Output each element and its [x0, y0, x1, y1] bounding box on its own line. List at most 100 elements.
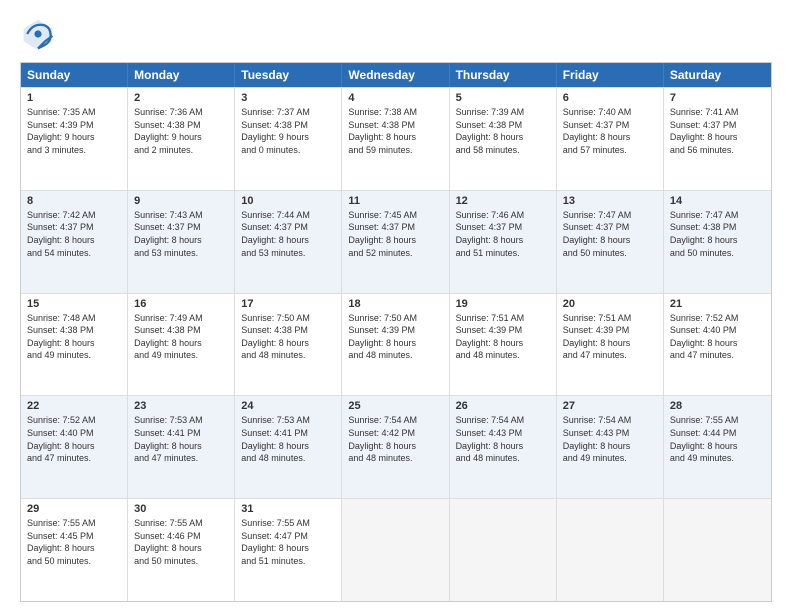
calendar-cell: 22 Sunrise: 7:52 AM Sunset: 4:40 PM Dayli…: [21, 396, 128, 498]
calendar-cell: 28 Sunrise: 7:55 AM Sunset: 4:44 PM Dayli…: [664, 396, 771, 498]
day-info: Sunrise: 7:44 AM Sunset: 4:37 PM Dayligh…: [241, 209, 335, 259]
day-number: 12: [456, 195, 550, 207]
calendar-cell: 3 Sunrise: 7:37 AM Sunset: 4:38 PM Daylig…: [235, 88, 342, 190]
calendar-cell: 6 Sunrise: 7:40 AM Sunset: 4:37 PM Daylig…: [557, 88, 664, 190]
day-number: 23: [134, 400, 228, 412]
day-info: Sunrise: 7:54 AM Sunset: 4:43 PM Dayligh…: [456, 414, 550, 464]
day-number: 10: [241, 195, 335, 207]
day-info: Sunrise: 7:47 AM Sunset: 4:38 PM Dayligh…: [670, 209, 765, 259]
calendar-week: 1Sunrise: 7:35 AM Sunset: 4:39 PM Daylig…: [21, 87, 771, 190]
day-number: 26: [456, 400, 550, 412]
day-number: 28: [670, 400, 765, 412]
day-info: Sunrise: 7:41 AM Sunset: 4:37 PM Dayligh…: [670, 106, 765, 156]
day-number: 5: [456, 92, 550, 104]
calendar-cell: 29 Sunrise: 7:55 AM Sunset: 4:45 PM Dayli…: [21, 499, 128, 601]
calendar-cell: 26 Sunrise: 7:54 AM Sunset: 4:43 PM Dayli…: [450, 396, 557, 498]
calendar-cell: 23 Sunrise: 7:53 AM Sunset: 4:41 PM Dayli…: [128, 396, 235, 498]
calendar-cell: 12 Sunrise: 7:46 AM Sunset: 4:37 PM Dayli…: [450, 191, 557, 293]
day-info: Sunrise: 7:55 AM Sunset: 4:45 PM Dayligh…: [27, 517, 121, 567]
calendar-cell: 2Sunrise: 7:36 AM Sunset: 4:38 PM Daylig…: [128, 88, 235, 190]
day-info: Sunrise: 7:50 AM Sunset: 4:38 PM Dayligh…: [241, 312, 335, 362]
calendar-cell: 1Sunrise: 7:35 AM Sunset: 4:39 PM Daylig…: [21, 88, 128, 190]
calendar: SundayMondayTuesdayWednesdayThursdayFrid…: [20, 62, 772, 602]
calendar-cell: 15 Sunrise: 7:48 AM Sunset: 4:38 PM Dayli…: [21, 294, 128, 396]
calendar-cell: [450, 499, 557, 601]
day-info: Sunrise: 7:50 AM Sunset: 4:39 PM Dayligh…: [348, 312, 442, 362]
calendar-cell: 25 Sunrise: 7:54 AM Sunset: 4:42 PM Dayli…: [342, 396, 449, 498]
day-number: 4: [348, 92, 442, 104]
day-number: 27: [563, 400, 657, 412]
calendar-cell: 19Sunrise: 7:51 AM Sunset: 4:39 PM Dayli…: [450, 294, 557, 396]
logo-icon: [20, 16, 56, 52]
day-number: 11: [348, 195, 442, 207]
day-info: Sunrise: 7:43 AM Sunset: 4:37 PM Dayligh…: [134, 209, 228, 259]
calendar-cell: 13 Sunrise: 7:47 AM Sunset: 4:37 PM Dayli…: [557, 191, 664, 293]
calendar-cell: [664, 499, 771, 601]
day-info: Sunrise: 7:45 AM Sunset: 4:37 PM Dayligh…: [348, 209, 442, 259]
calendar-cell: 11 Sunrise: 7:45 AM Sunset: 4:37 PM Dayli…: [342, 191, 449, 293]
day-number: 13: [563, 195, 657, 207]
calendar-cell: 30 Sunrise: 7:55 AM Sunset: 4:46 PM Dayli…: [128, 499, 235, 601]
calendar-week: 29 Sunrise: 7:55 AM Sunset: 4:45 PM Dayli…: [21, 498, 771, 601]
calendar-cell: 18 Sunrise: 7:50 AM Sunset: 4:39 PM Dayli…: [342, 294, 449, 396]
calendar-cell: 5 Sunrise: 7:39 AM Sunset: 4:38 PM Daylig…: [450, 88, 557, 190]
calendar-cell: 8 Sunrise: 7:42 AM Sunset: 4:37 PM Daylig…: [21, 191, 128, 293]
calendar-cell: 20Sunrise: 7:51 AM Sunset: 4:39 PM Dayli…: [557, 294, 664, 396]
day-info: Sunrise: 7:39 AM Sunset: 4:38 PM Dayligh…: [456, 106, 550, 156]
day-number: 21: [670, 298, 765, 310]
day-number: 14: [670, 195, 765, 207]
calendar-cell: [342, 499, 449, 601]
calendar-cell: 14 Sunrise: 7:47 AM Sunset: 4:38 PM Dayli…: [664, 191, 771, 293]
day-number: 8: [27, 195, 121, 207]
day-info: Sunrise: 7:37 AM Sunset: 4:38 PM Dayligh…: [241, 106, 335, 156]
day-number: 30: [134, 503, 228, 515]
day-number: 1: [27, 92, 121, 104]
calendar-cell: 31Sunrise: 7:55 AM Sunset: 4:47 PM Dayli…: [235, 499, 342, 601]
cal-header-cell: Saturday: [664, 63, 771, 87]
day-number: 7: [670, 92, 765, 104]
day-number: 18: [348, 298, 442, 310]
day-info: Sunrise: 7:46 AM Sunset: 4:37 PM Dayligh…: [456, 209, 550, 259]
day-info: Sunrise: 7:49 AM Sunset: 4:38 PM Dayligh…: [134, 312, 228, 362]
day-number: 22: [27, 400, 121, 412]
day-info: Sunrise: 7:55 AM Sunset: 4:44 PM Dayligh…: [670, 414, 765, 464]
calendar-header-row: SundayMondayTuesdayWednesdayThursdayFrid…: [21, 63, 771, 87]
cal-header-cell: Monday: [128, 63, 235, 87]
cal-header-cell: Tuesday: [235, 63, 342, 87]
day-info: Sunrise: 7:53 AM Sunset: 4:41 PM Dayligh…: [134, 414, 228, 464]
cal-header-cell: Sunday: [21, 63, 128, 87]
calendar-week: 22 Sunrise: 7:52 AM Sunset: 4:40 PM Dayli…: [21, 395, 771, 498]
day-number: 29: [27, 503, 121, 515]
day-number: 19: [456, 298, 550, 310]
day-info: Sunrise: 7:36 AM Sunset: 4:38 PM Dayligh…: [134, 106, 228, 156]
calendar-body: 1Sunrise: 7:35 AM Sunset: 4:39 PM Daylig…: [21, 87, 771, 601]
day-info: Sunrise: 7:52 AM Sunset: 4:40 PM Dayligh…: [27, 414, 121, 464]
day-info: Sunrise: 7:54 AM Sunset: 4:43 PM Dayligh…: [563, 414, 657, 464]
calendar-cell: 16Sunrise: 7:49 AM Sunset: 4:38 PM Dayli…: [128, 294, 235, 396]
day-number: 24: [241, 400, 335, 412]
day-info: Sunrise: 7:40 AM Sunset: 4:37 PM Dayligh…: [563, 106, 657, 156]
day-number: 25: [348, 400, 442, 412]
day-info: Sunrise: 7:54 AM Sunset: 4:42 PM Dayligh…: [348, 414, 442, 464]
cal-header-cell: Friday: [557, 63, 664, 87]
calendar-cell: 17Sunrise: 7:50 AM Sunset: 4:38 PM Dayli…: [235, 294, 342, 396]
calendar-cell: 10 Sunrise: 7:44 AM Sunset: 4:37 PM Dayli…: [235, 191, 342, 293]
day-number: 31: [241, 503, 335, 515]
calendar-cell: 9 Sunrise: 7:43 AM Sunset: 4:37 PM Daylig…: [128, 191, 235, 293]
day-info: Sunrise: 7:55 AM Sunset: 4:46 PM Dayligh…: [134, 517, 228, 567]
logo: [20, 16, 60, 52]
day-info: Sunrise: 7:48 AM Sunset: 4:38 PM Dayligh…: [27, 312, 121, 362]
calendar-cell: 4Sunrise: 7:38 AM Sunset: 4:38 PM Daylig…: [342, 88, 449, 190]
calendar-cell: 24Sunrise: 7:53 AM Sunset: 4:41 PM Dayli…: [235, 396, 342, 498]
calendar-cell: 27 Sunrise: 7:54 AM Sunset: 4:43 PM Dayli…: [557, 396, 664, 498]
calendar-cell: 21Sunrise: 7:52 AM Sunset: 4:40 PM Dayli…: [664, 294, 771, 396]
day-number: 6: [563, 92, 657, 104]
cal-header-cell: Thursday: [450, 63, 557, 87]
day-number: 9: [134, 195, 228, 207]
day-number: 15: [27, 298, 121, 310]
day-info: Sunrise: 7:47 AM Sunset: 4:37 PM Dayligh…: [563, 209, 657, 259]
day-info: Sunrise: 7:51 AM Sunset: 4:39 PM Dayligh…: [563, 312, 657, 362]
day-number: 3: [241, 92, 335, 104]
day-info: Sunrise: 7:42 AM Sunset: 4:37 PM Dayligh…: [27, 209, 121, 259]
calendar-cell: 7 Sunrise: 7:41 AM Sunset: 4:37 PM Daylig…: [664, 88, 771, 190]
